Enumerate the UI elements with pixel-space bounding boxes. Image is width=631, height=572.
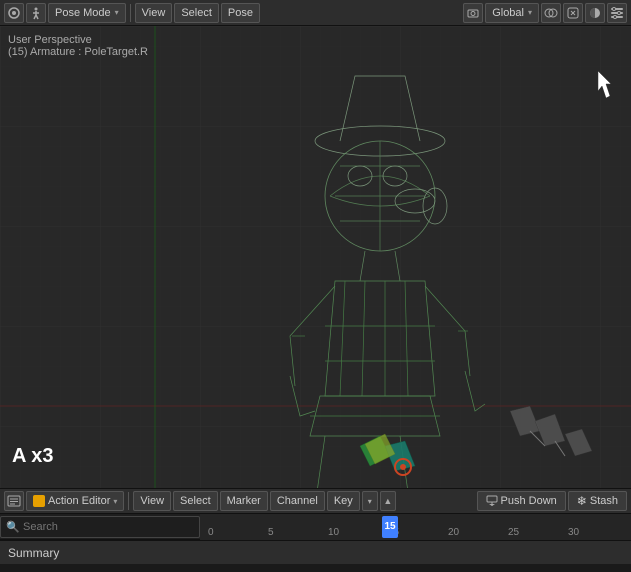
camera-icon[interactable] (463, 3, 483, 23)
action-editor-icon[interactable] (4, 491, 24, 511)
pose-icon[interactable] (26, 3, 46, 23)
frame-25: 25 (508, 527, 519, 538)
viewport-grid (0, 26, 631, 488)
key-dropdown-arrow-btn[interactable]: ▾ (362, 491, 378, 511)
frame-20: 20 (448, 527, 459, 538)
top-toolbar: Pose Mode ▾ View Select Pose Global ▾ (0, 0, 631, 26)
global-dropdown-arrow: ▾ (528, 8, 532, 17)
action-dropdown-arrow: ▾ (113, 497, 117, 506)
bottom-key-menu[interactable]: Key (327, 491, 360, 511)
select-menu[interactable]: Select (174, 3, 219, 23)
expand-icon: ▲ (383, 496, 392, 506)
timeline-cursor[interactable]: 15 (382, 516, 398, 538)
push-down-icon (486, 495, 498, 507)
xray-icon[interactable] (563, 3, 583, 23)
timeline-expand-icon[interactable]: ▲ (380, 491, 396, 511)
key-arrow-icon: ▾ (368, 497, 372, 506)
separator-1 (130, 4, 131, 22)
bottom-marker-menu[interactable]: Marker (220, 491, 268, 511)
summary-bar: Summary (0, 540, 631, 564)
bottom-view-menu[interactable]: View (133, 491, 171, 511)
snowflake-icon: ❄ (577, 494, 587, 508)
action-editor-button[interactable]: Action Editor ▾ (26, 491, 124, 511)
search-input[interactable] (0, 516, 200, 538)
frame-0: 0 (208, 527, 214, 538)
bottom-channel-menu[interactable]: Channel (270, 491, 325, 511)
view-menu[interactable]: View (135, 3, 173, 23)
summary-label: Summary (8, 546, 59, 560)
action-editor-toolbar: Action Editor ▾ View Select Marker Chann… (0, 488, 631, 514)
bottom-sep-1 (128, 492, 129, 510)
overlay-icon[interactable] (541, 3, 561, 23)
stash-button[interactable]: ❄ Stash (568, 491, 627, 511)
global-dropdown[interactable]: Global ▾ (485, 3, 539, 23)
settings-icon-2[interactable] (607, 3, 627, 23)
pose-menu[interactable]: Pose (221, 3, 260, 23)
push-down-button[interactable]: Push Down (477, 491, 566, 511)
shading-icon[interactable] (585, 3, 605, 23)
blender-menu-icon[interactable] (4, 3, 24, 23)
timeline-ruler[interactable]: 0 5 10 15 20 25 30 15 (200, 514, 631, 540)
timeline-area: 🔍 0 5 10 15 20 25 30 15 (0, 514, 631, 540)
frame-10: 10 (328, 527, 339, 538)
viewport[interactable]: User Perspective (15) Armature : PoleTar… (0, 26, 631, 488)
bottom-select-menu[interactable]: Select (173, 491, 218, 511)
frame-5: 5 (268, 527, 274, 538)
dropdown-arrow-icon: ▾ (115, 8, 119, 17)
action-color-square (33, 495, 45, 507)
frame-30: 30 (568, 527, 579, 538)
pose-mode-dropdown[interactable]: Pose Mode ▾ (48, 3, 126, 23)
